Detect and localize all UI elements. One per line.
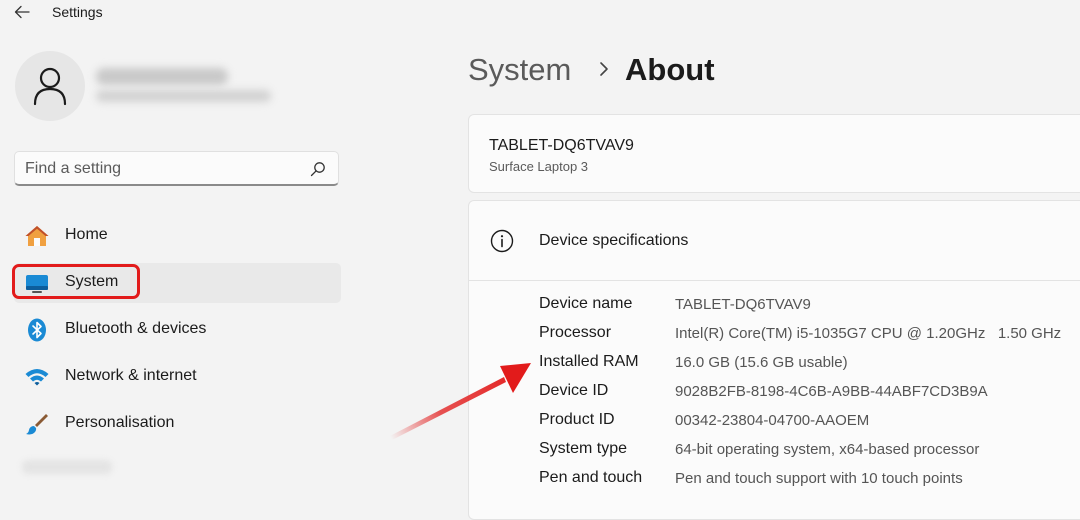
spec-label: Product ID (539, 411, 615, 428)
sidebar-item-label: Personalisation (65, 414, 175, 431)
sidebar-item-bluetooth[interactable]: Bluetooth & devices (14, 310, 341, 350)
spec-row: Device name TABLET-DQ6TVAV9 (539, 293, 1080, 317)
spec-value: Pen and touch support with 10 touch poin… (675, 470, 963, 487)
device-model: Surface Laptop 3 (489, 159, 589, 174)
blurred-account-name (96, 68, 228, 85)
breadcrumb-parent[interactable]: System (468, 52, 571, 87)
device-name: TABLET-DQ6TVAV9 (489, 137, 634, 154)
spec-label: Pen and touch (539, 469, 643, 486)
sidebar-faded-item (22, 460, 112, 474)
spec-value: TABLET-DQ6TVAV9 (675, 296, 811, 313)
sidebar-item-personalisation[interactable]: Personalisation (14, 404, 341, 444)
spec-label: System type (539, 440, 628, 457)
spec-value: 64-bit operating system, x64-based proce… (675, 441, 980, 458)
sidebar-item-label: Network & internet (65, 367, 197, 384)
spec-value: Intel(R) Core(TM) i5-1035G7 CPU @ 1.20GH… (675, 325, 1062, 342)
spec-label: Device ID (539, 382, 609, 399)
spec-value: 00342-23804-04700-AAOEM (675, 412, 870, 429)
spec-row: Pen and touch Pen and touch support with… (539, 467, 1080, 491)
blurred-account-email (96, 90, 271, 102)
breadcrumb: System About (468, 52, 715, 88)
sidebar-item-home[interactable]: Home (14, 216, 341, 256)
spec-label: Device name (539, 295, 633, 312)
sidebar-item-label: Home (65, 226, 108, 243)
spec-row: Processor Intel(R) Core(TM) i5-1035G7 CP… (539, 322, 1080, 346)
spec-value: 9028B2FB-8198-4C6B-A9BB-44ABF7CD3B9A (675, 383, 988, 400)
spec-label: Processor (539, 324, 612, 341)
spec-value: 16.0 GB (15.6 GB usable) (675, 354, 848, 371)
info-icon (490, 229, 514, 253)
sidebar-item-label: Bluetooth & devices (65, 320, 207, 337)
device-card: TABLET-DQ6TVAV9 Surface Laptop 3 (468, 114, 1080, 193)
spec-row: Installed RAM 16.0 GB (15.6 GB usable) (539, 351, 1080, 375)
search-icon[interactable] (310, 161, 326, 177)
spec-row: Product ID 00342-23804-04700-AAOEM (539, 409, 1080, 433)
specs-title: Device specifications (539, 232, 689, 249)
avatar[interactable] (15, 51, 85, 121)
home-icon (24, 224, 50, 248)
wifi-icon (24, 365, 50, 389)
user-icon (33, 67, 67, 106)
back-button[interactable] (10, 2, 34, 22)
page-title: About (625, 52, 715, 87)
search-input[interactable] (25, 158, 295, 180)
annotation-highlight-box (12, 264, 140, 299)
sidebar-item-network[interactable]: Network & internet (14, 357, 341, 397)
spec-row: System type 64-bit operating system, x64… (539, 438, 1080, 462)
search-box[interactable] (14, 151, 339, 186)
app-title: Settings (52, 4, 103, 20)
brush-icon (24, 412, 50, 436)
bluetooth-icon (24, 318, 50, 342)
spec-row: Device ID 9028B2FB-8198-4C6B-A9BB-44ABF7… (539, 380, 1080, 404)
specs-header[interactable]: Device specifications (469, 201, 1080, 281)
title-bar: Settings (0, 0, 1080, 26)
spec-label: Installed RAM (539, 353, 639, 370)
device-specifications-card: Device specifications Device name TABLET… (468, 200, 1080, 520)
back-arrow-icon (14, 5, 30, 19)
chevron-right-icon (600, 62, 608, 76)
